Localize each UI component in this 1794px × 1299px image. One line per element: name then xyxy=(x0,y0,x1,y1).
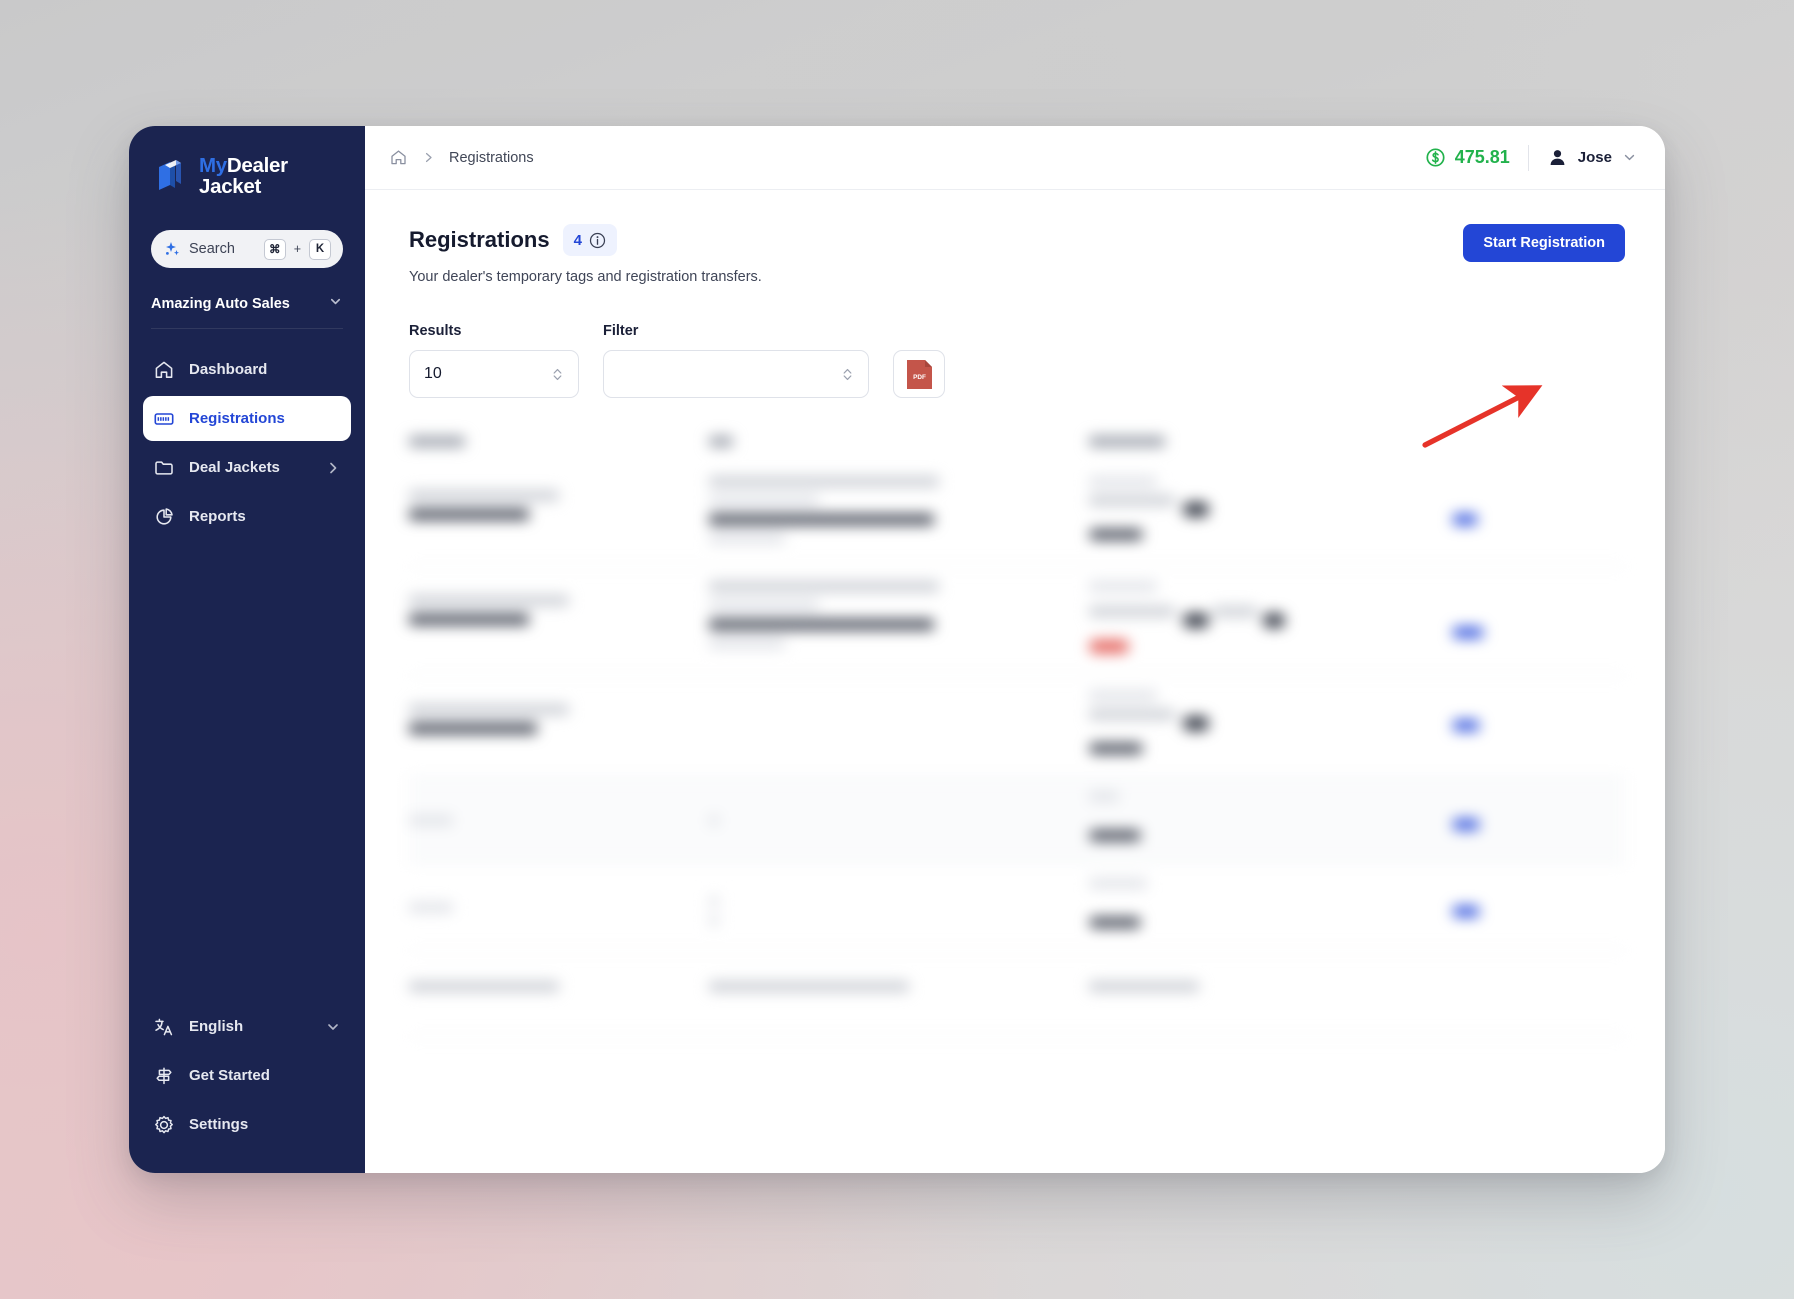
filter-select[interactable] xyxy=(603,350,869,398)
pdf-file-icon: PDF xyxy=(906,359,933,390)
sidebar-item-deal-jackets[interactable]: Deal Jackets xyxy=(143,445,351,490)
table-row[interactable] xyxy=(409,951,1625,1037)
sidebar-nav: Dashboard Registrations Deal Jackets Rep… xyxy=(129,347,365,539)
table-row[interactable] xyxy=(409,567,1625,676)
info-circle-icon[interactable] xyxy=(589,232,606,249)
stacked-cards-icon xyxy=(153,158,189,194)
logo-word-dealer: Dealer xyxy=(226,153,288,177)
record-count: 4 xyxy=(573,231,582,249)
chevron-down-icon xyxy=(325,1019,341,1035)
page-header-left: Registrations 4 Your dealer's temporary … xyxy=(409,224,1463,285)
chevron-down-icon xyxy=(328,294,343,314)
search-placeholder-label: Search xyxy=(189,241,235,257)
results-select[interactable]: 10 xyxy=(409,350,579,398)
sidebar-item-label: Settings xyxy=(189,1116,249,1133)
page-header: Registrations 4 Your dealer's temporary … xyxy=(409,224,1625,285)
results-value: 10 xyxy=(424,365,442,382)
pie-chart-icon xyxy=(153,506,175,528)
table-row[interactable] xyxy=(409,676,1625,777)
user-name: Jose xyxy=(1577,149,1612,166)
logo-wordmark: MyDealer Jacket xyxy=(199,155,288,198)
sidebar-item-label: Registrations xyxy=(189,410,285,427)
table-column-header xyxy=(1089,435,1389,455)
sidebar-item-label: Get Started xyxy=(189,1067,270,1084)
page-content: Registrations 4 Your dealer's temporary … xyxy=(365,190,1665,1173)
svg-text:PDF: PDF xyxy=(913,374,926,381)
start-registration-button[interactable]: Start Registration xyxy=(1463,224,1625,262)
topbar: Registrations 475.81 Jose xyxy=(365,126,1665,190)
balance-amount: 475.81 xyxy=(1454,147,1510,167)
results-label: Results xyxy=(409,323,462,339)
breadcrumb-current[interactable]: Registrations xyxy=(449,150,534,166)
sidebar-item-label: English xyxy=(189,1018,244,1035)
table-column-header xyxy=(409,435,709,455)
dealer-selector[interactable]: Amazing Auto Sales xyxy=(151,294,343,329)
dealer-name: Amazing Auto Sales xyxy=(151,296,290,312)
breadcrumb: Registrations xyxy=(389,148,534,167)
sidebar-item-get-started[interactable]: Get Started xyxy=(143,1053,351,1098)
registrations-table xyxy=(409,428,1625,1037)
search-input[interactable]: Search ⌘ + K xyxy=(151,230,343,268)
keycap-command: ⌘ xyxy=(263,238,286,260)
sidebar-item-label: Dashboard xyxy=(189,361,268,378)
stepper-chevrons-icon xyxy=(551,365,564,384)
license-plate-icon xyxy=(153,408,175,430)
chevron-down-icon xyxy=(1622,150,1637,165)
user-menu[interactable]: Jose xyxy=(1547,147,1637,168)
stepper-chevrons-icon xyxy=(841,365,854,384)
table-header-row xyxy=(409,428,1625,462)
gear-icon xyxy=(153,1114,175,1136)
title-row: Registrations 4 xyxy=(409,224,1463,256)
user-avatar-icon xyxy=(1547,147,1568,168)
keycap-plus: + xyxy=(293,242,301,256)
results-field: Results 10 xyxy=(409,323,579,398)
sparkle-icon xyxy=(163,240,181,258)
logo-word-my: My xyxy=(199,153,227,177)
page-title: Registrations xyxy=(409,227,550,252)
app-logo[interactable]: MyDealer Jacket xyxy=(129,148,365,204)
filter-field: Filter xyxy=(603,323,869,398)
table-row[interactable] xyxy=(409,864,1625,951)
export-pdf-button[interactable]: PDF xyxy=(893,350,945,398)
divider xyxy=(1527,144,1529,171)
sidebar-item-label: Reports xyxy=(189,508,246,525)
logo-word-jacket: Jacket xyxy=(199,175,262,198)
sidebar: MyDealer Jacket Search ⌘ + K Amazing Aut… xyxy=(129,126,365,1173)
chevron-right-icon xyxy=(422,151,435,164)
page-subtitle: Your dealer's temporary tags and registr… xyxy=(409,269,762,285)
sidebar-item-reports[interactable]: Reports xyxy=(143,494,351,539)
chevron-right-icon xyxy=(325,460,341,476)
sidebar-item-registrations[interactable]: Registrations xyxy=(143,396,351,441)
topbar-right: 475.81 Jose xyxy=(1425,144,1637,171)
keycap-k: K xyxy=(309,238,331,260)
table-row[interactable] xyxy=(409,462,1625,567)
translate-icon xyxy=(153,1016,175,1038)
account-balance[interactable]: 475.81 xyxy=(1425,147,1510,168)
folder-icon xyxy=(153,457,175,479)
sidebar-item-language[interactable]: English xyxy=(143,1004,351,1049)
sidebar-bottom-nav: English Get Started Settings xyxy=(129,1004,365,1173)
sidebar-item-settings[interactable]: Settings xyxy=(143,1102,351,1147)
home-icon[interactable] xyxy=(389,148,408,167)
signpost-icon xyxy=(153,1065,175,1087)
dollar-circle-icon xyxy=(1425,147,1446,168)
app-window: MyDealer Jacket Search ⌘ + K Amazing Aut… xyxy=(129,126,1665,1173)
filter-label: Filter xyxy=(603,323,639,339)
table-row[interactable] xyxy=(409,777,1625,864)
main-area: Registrations 475.81 Jose Registrations … xyxy=(365,126,1665,1173)
sidebar-item-label: Deal Jackets xyxy=(189,459,280,476)
record-count-badge[interactable]: 4 xyxy=(562,224,617,256)
filters-row: Results 10 Filter PDF xyxy=(409,323,1625,398)
home-icon xyxy=(153,359,175,381)
sidebar-item-dashboard[interactable]: Dashboard xyxy=(143,347,351,392)
table-column-header xyxy=(709,435,1089,455)
